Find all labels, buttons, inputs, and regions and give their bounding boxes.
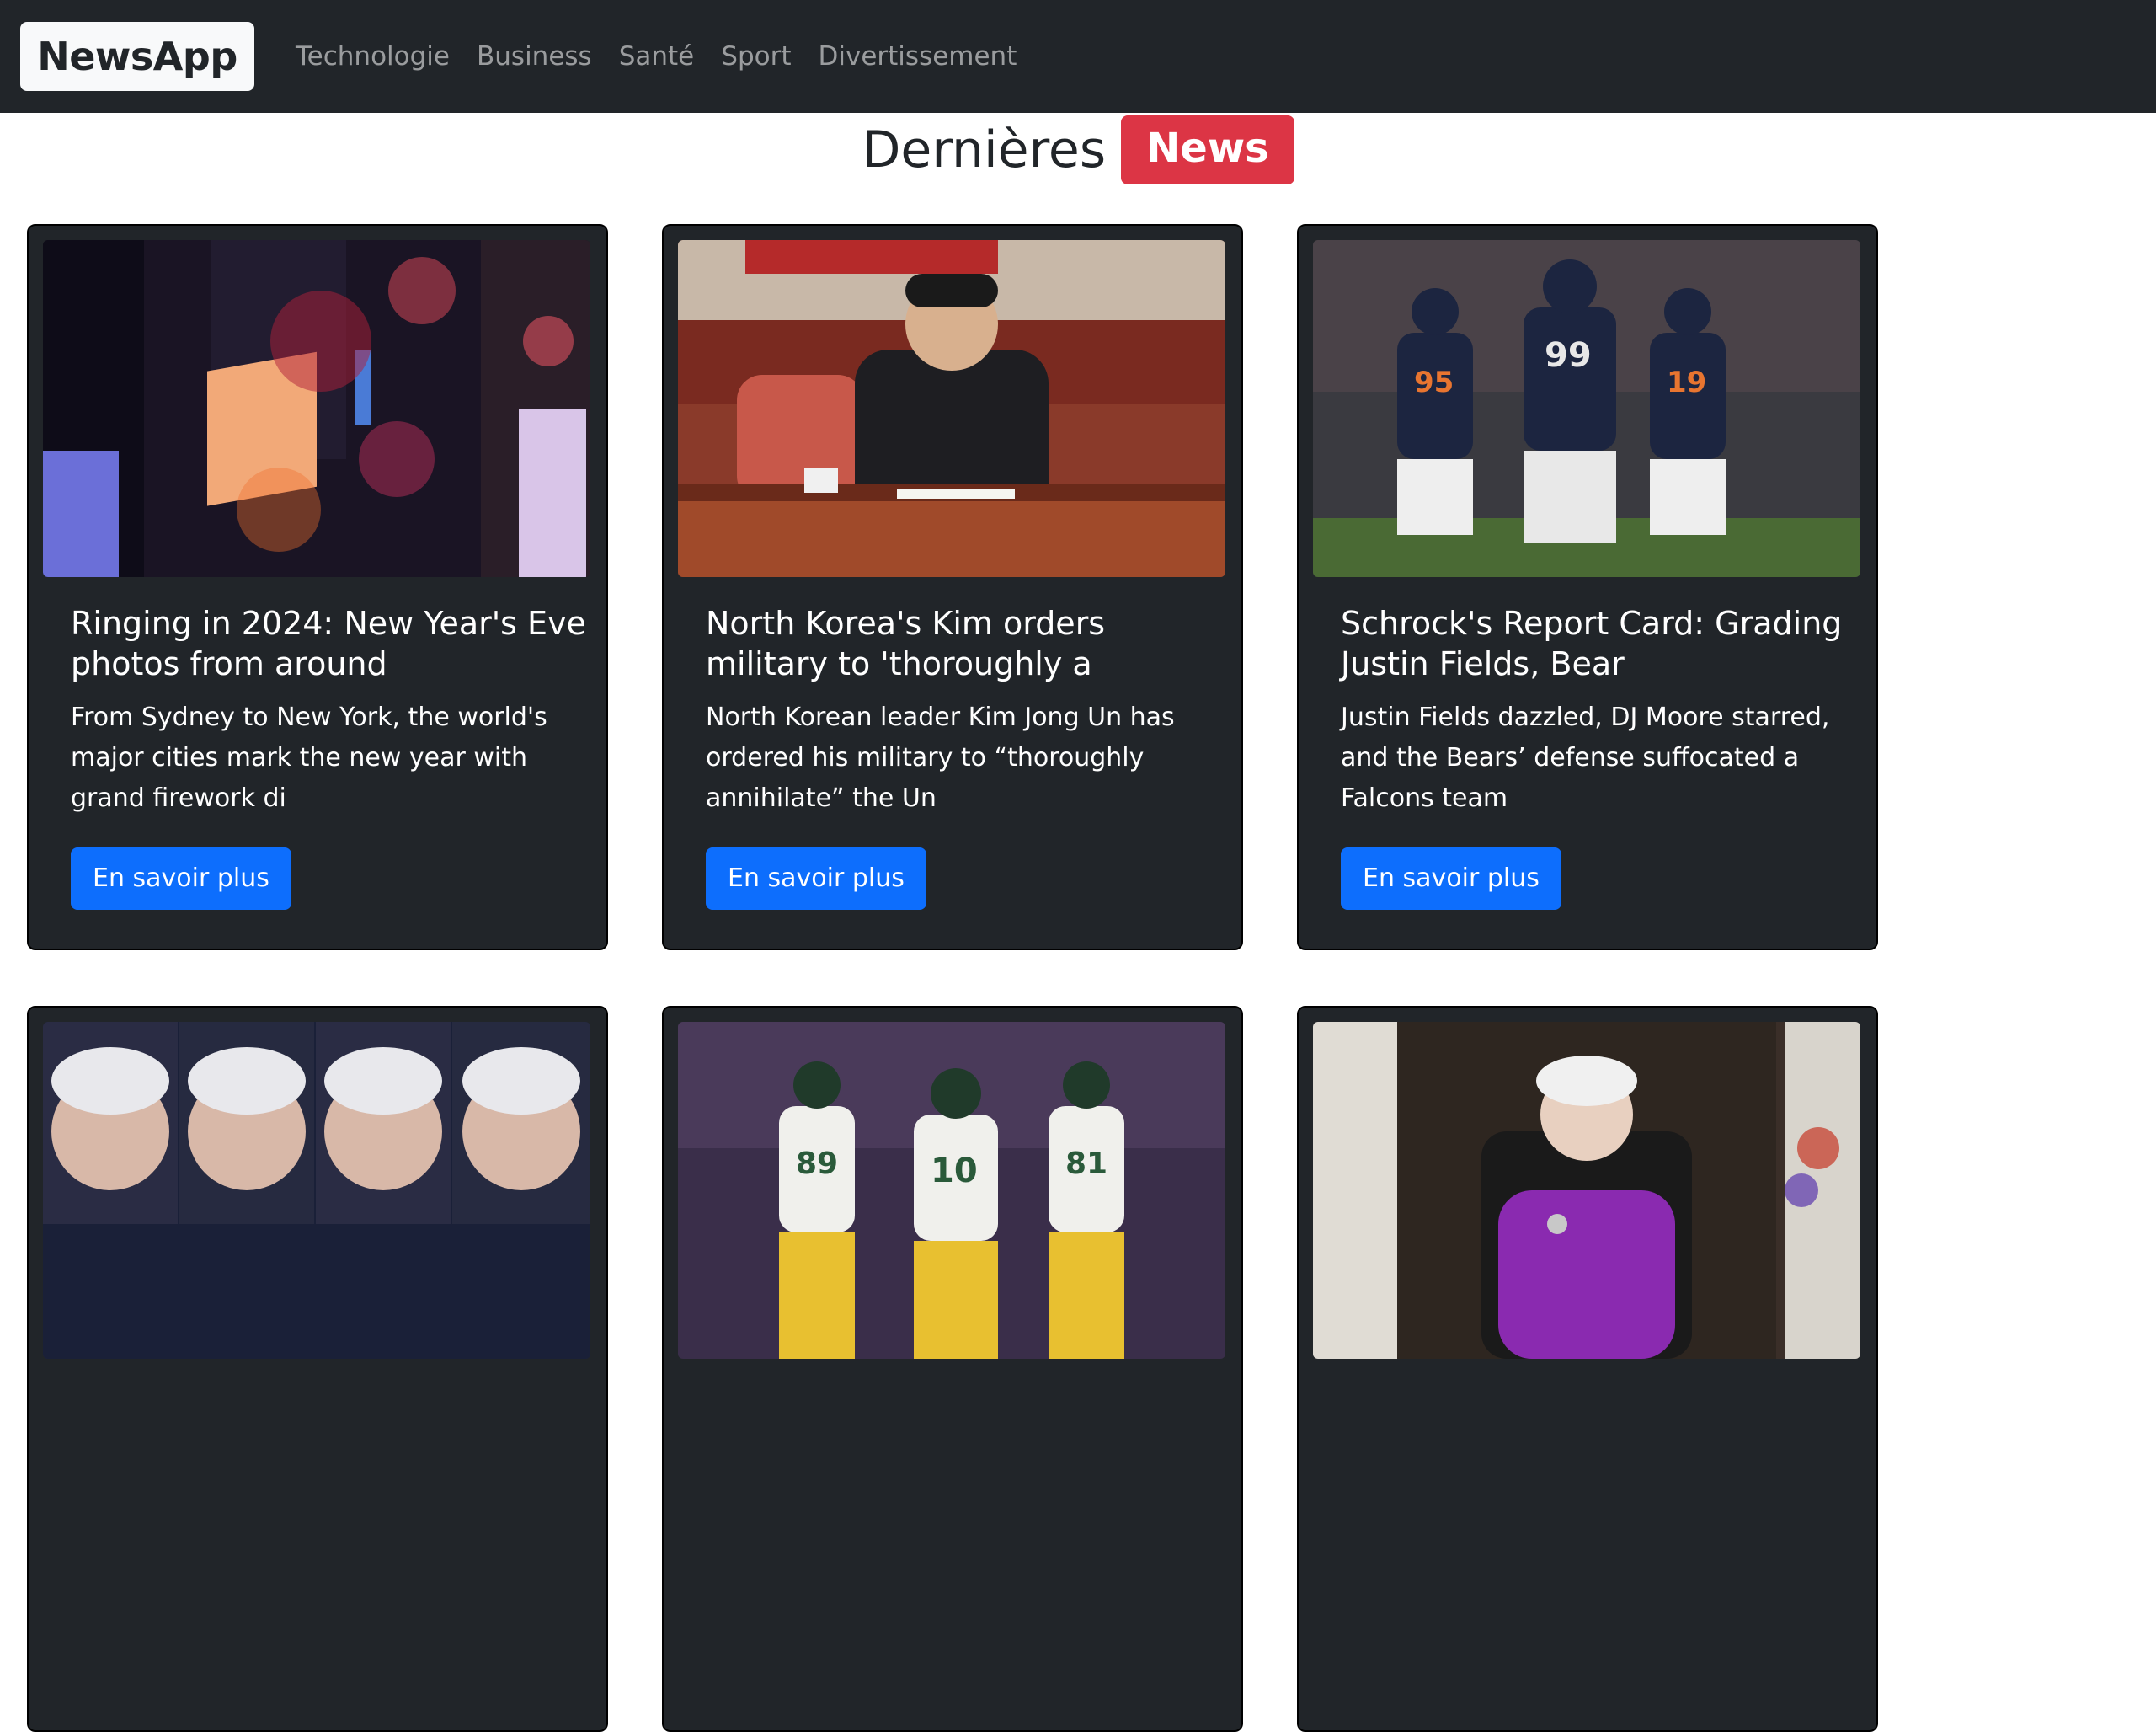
news-card: 89 10 81 xyxy=(662,1006,1243,1732)
football-players-image: 95 99 19 xyxy=(1313,240,1860,577)
card-description: From Sydney to New York, the world's maj… xyxy=(71,703,547,813)
card-title: Ringing in 2024: New Year's Eve photos f… xyxy=(71,605,586,682)
read-more-button[interactable]: En savoir plus xyxy=(706,847,926,910)
card-description: North Korean leader Kim Jong Un has orde… xyxy=(706,703,1175,813)
card-image xyxy=(43,1022,590,1359)
brand-logo[interactable]: NewsApp xyxy=(20,22,254,91)
kim-jong-un-image xyxy=(678,240,1225,577)
news-card xyxy=(1297,1006,1878,1732)
page-title: Dernières xyxy=(862,120,1107,179)
queen-address-image xyxy=(1313,1022,1860,1359)
card-image xyxy=(1313,1022,1860,1359)
svg-text:99: 99 xyxy=(1545,336,1592,375)
page-heading: Dernières News xyxy=(0,115,2156,185)
nav-link-sport[interactable]: Sport xyxy=(721,35,791,78)
svg-text:89: 89 xyxy=(796,1147,838,1181)
svg-text:19: 19 xyxy=(1667,366,1706,399)
svg-text:10: 10 xyxy=(931,1152,978,1190)
packers-players-image: 89 10 81 xyxy=(678,1022,1225,1359)
new-years-eve-image xyxy=(43,240,590,577)
nav-link-business[interactable]: Business xyxy=(477,35,592,78)
nav-links: Technologie Business Santé Sport Diverti… xyxy=(296,35,1043,78)
news-card: North Korea's Kim orders military to 'th… xyxy=(662,224,1243,950)
anderson-cooper-image xyxy=(43,1022,590,1359)
card-image xyxy=(43,240,590,577)
svg-text:81: 81 xyxy=(1065,1147,1107,1181)
news-badge: News xyxy=(1121,115,1294,184)
read-more-button[interactable]: En savoir plus xyxy=(71,847,291,910)
read-more-button[interactable]: En savoir plus xyxy=(1341,847,1561,910)
news-card: 95 99 19 Schrock's Report Card: Grading … xyxy=(1297,224,1878,950)
card-image: 95 99 19 xyxy=(1313,240,1860,577)
svg-text:95: 95 xyxy=(1414,366,1454,399)
card-image: 89 10 81 xyxy=(678,1022,1225,1359)
card-title: North Korea's Kim orders military to 'th… xyxy=(706,605,1106,682)
card-image xyxy=(678,240,1225,577)
nav-link-divertissement[interactable]: Divertissement xyxy=(819,35,1017,78)
news-card: Ringing in 2024: New Year's Eve photos f… xyxy=(27,224,608,950)
top-navbar: NewsApp Technologie Business Santé Sport… xyxy=(0,0,2156,113)
card-title: Schrock's Report Card: Grading Justin Fi… xyxy=(1341,605,1843,682)
news-card xyxy=(27,1006,608,1732)
nav-link-technologie[interactable]: Technologie xyxy=(296,35,450,78)
card-description: Justin Fields dazzled, DJ Moore starred,… xyxy=(1341,703,1830,813)
nav-link-sante[interactable]: Santé xyxy=(619,35,695,78)
